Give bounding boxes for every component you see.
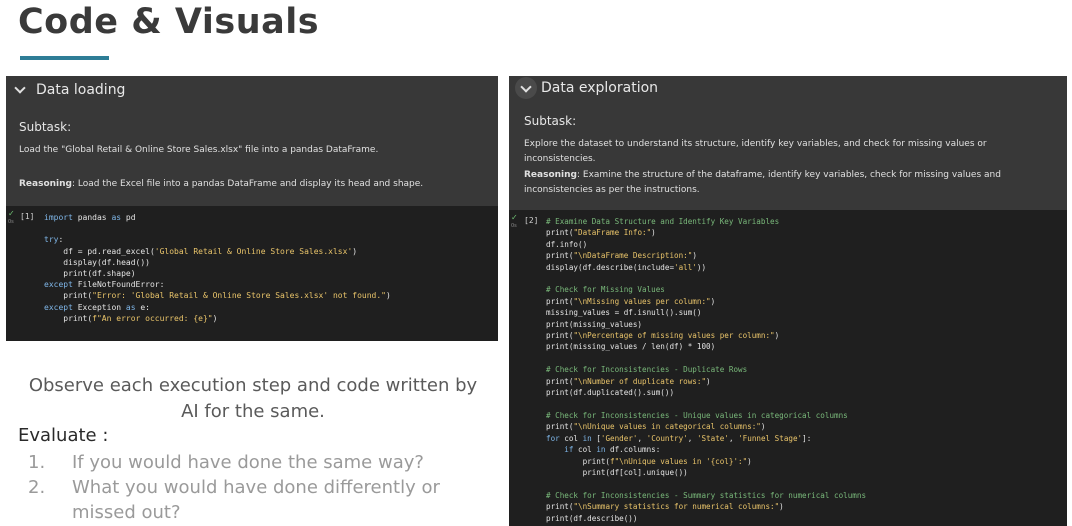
reasoning-body: : Load the Excel file into a pandas Data… bbox=[72, 179, 424, 189]
reasoning-label: Reasoning bbox=[19, 179, 72, 189]
list-number: 2. bbox=[28, 477, 46, 498]
reasoning-body: : Examine the structure of the dataframe… bbox=[524, 170, 1001, 195]
check-icon: ✓ 0s bbox=[511, 213, 518, 230]
check-icon: ✓ 0s bbox=[8, 209, 15, 226]
code-cell[interactable]: ✓ 0s [1] import pandas as pd try: df = pd… bbox=[6, 206, 498, 341]
question-text: What you would have done differently or … bbox=[72, 477, 440, 523]
chevron-down-icon bbox=[520, 80, 532, 93]
data-loading-header[interactable]: Data loading bbox=[6, 76, 498, 104]
code-cell[interactable]: ✓ 0s [2] # Examine Data Structure and Ide… bbox=[509, 210, 1067, 526]
data-exploration-panel: Data exploration Subtask: Explore the da… bbox=[509, 76, 1067, 526]
list-number: 1. bbox=[28, 452, 46, 473]
section-title: Data exploration bbox=[541, 80, 659, 96]
reasoning-text: Reasoning: Examine the structure of the … bbox=[524, 168, 1057, 198]
list-item: 2. What you would have done differently … bbox=[28, 475, 482, 525]
collapse-button[interactable] bbox=[515, 77, 537, 99]
cell-number: [1] bbox=[20, 212, 35, 221]
cell-number: [2] bbox=[524, 216, 539, 225]
subtask-label: Subtask: bbox=[524, 114, 577, 128]
subtask-label: Subtask: bbox=[19, 120, 72, 134]
data-exploration-header[interactable]: Data exploration bbox=[509, 76, 1067, 100]
reasoning-label: Reasoning bbox=[524, 170, 577, 180]
evaluate-heading: Evaluate : bbox=[18, 425, 109, 446]
subtask-text: Load the "Global Retail & Online Store S… bbox=[19, 145, 379, 155]
list-item: 1. If you would have done the same way? bbox=[28, 450, 482, 475]
title-underline bbox=[20, 56, 109, 60]
reasoning-text: Reasoning: Load the Excel file into a pa… bbox=[19, 177, 488, 192]
observe-instruction: Observe each execution step and code wri… bbox=[28, 375, 478, 422]
chevron-down-icon[interactable] bbox=[14, 82, 26, 94]
question-list: 1. If you would have done the same way? … bbox=[28, 450, 482, 525]
subtask-text: Explore the dataset to understand its st… bbox=[524, 139, 987, 164]
question-text: If you would have done the same way? bbox=[72, 452, 424, 473]
slide-title: Code & Visuals bbox=[18, 2, 320, 42]
code-block: # Examine Data Structure and Identify Ke… bbox=[546, 217, 867, 523]
code-block: import pandas as pd try: df = pd.read_ex… bbox=[44, 213, 391, 323]
section-title: Data loading bbox=[36, 82, 126, 98]
data-loading-panel: Data loading Subtask: Load the "Global R… bbox=[6, 76, 498, 341]
